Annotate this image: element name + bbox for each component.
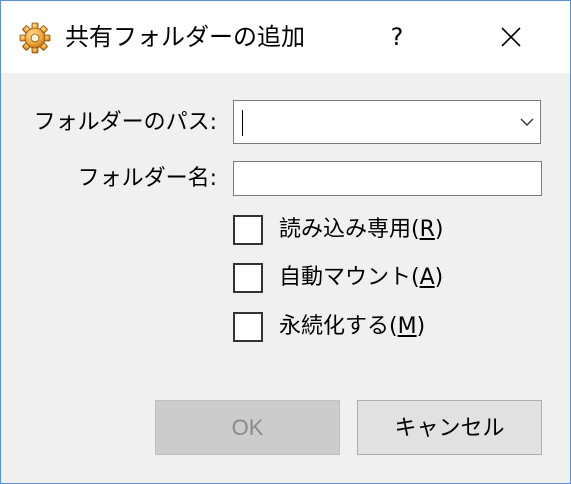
folder-path-label: フォルダーのパス: [33,110,217,135]
add-shared-folder-dialog: 共有フォルダーの追加 ? フォルダーのパス: フォルダー名: 読み込み専用(R)… [0,0,571,484]
title-bar: 共有フォルダーの追加 ? [1,1,570,73]
text-caret [242,110,243,136]
auto-mount-checkbox-box[interactable] [233,263,263,293]
folder-name-label: フォルダー名: [77,166,217,191]
help-button[interactable]: ? [379,15,415,59]
cancel-button[interactable]: キャンセル [357,400,542,455]
make-permanent-label: 永続化する(M) [279,314,426,339]
folder-path-combobox[interactable] [233,100,541,144]
close-icon[interactable] [489,15,533,59]
read-only-checkbox-box[interactable] [233,215,263,245]
make-permanent-checkbox-box[interactable] [233,312,263,342]
gear-icon [19,22,51,54]
window-title: 共有フォルダーの追加 [65,23,305,51]
chevron-down-icon[interactable] [520,117,534,127]
folder-name-input[interactable] [233,161,542,196]
ok-button[interactable]: OK [155,400,340,455]
auto-mount-label: 自動マウント(A) [279,265,444,290]
read-only-label: 読み込み専用(R) [279,217,444,242]
